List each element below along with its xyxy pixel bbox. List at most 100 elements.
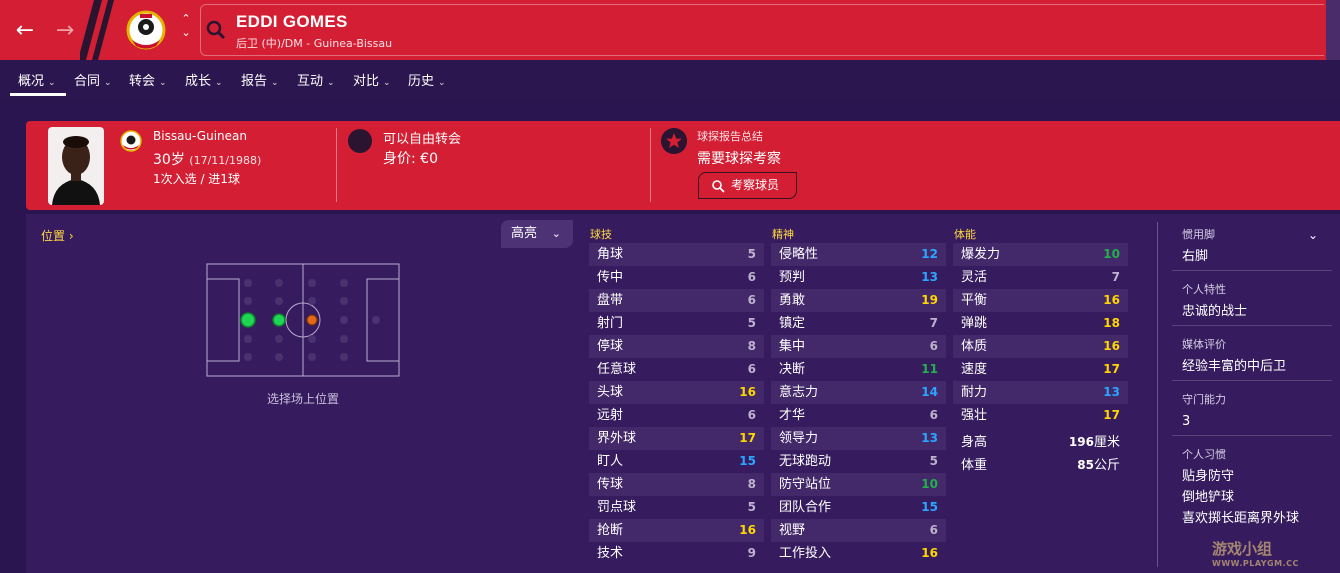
attribute-row[interactable]: 镇定 7 (771, 312, 946, 335)
attribute-row[interactable]: 视野 6 (771, 519, 946, 542)
tab-reports[interactable]: 报告 ⌄ (241, 70, 279, 96)
attribute-row[interactable]: 爆发力 10 (953, 243, 1128, 266)
personality-block: 个人特性 忠诚的战士 (1182, 281, 1332, 322)
goalkeeping-label: 守门能力 (1182, 393, 1226, 406)
transfer-status-icon (348, 129, 372, 153)
attribute-row[interactable]: 远射 6 (589, 404, 764, 427)
tab-compare[interactable]: 对比 ⌄ (353, 70, 391, 96)
attribute-row[interactable]: 盯人 15 (589, 450, 764, 473)
attribute-name: 集中 (779, 339, 806, 354)
attribute-row[interactable]: 强壮 17 (953, 404, 1128, 427)
weight-unit: 公斤 (1093, 458, 1120, 473)
chevron-down-icon: ⌄ (551, 227, 561, 240)
attribute-row[interactable]: 速度 17 (953, 358, 1128, 381)
attribute-name: 预判 (779, 270, 806, 285)
attribute-name: 停球 (597, 339, 624, 354)
attribute-row[interactable]: 耐力 13 (953, 381, 1128, 404)
attribute-row[interactable]: 技术 9 (589, 542, 764, 565)
attribute-row[interactable]: 抢断 16 (589, 519, 764, 542)
tab-history[interactable]: 历史 ⌄ (408, 70, 446, 96)
attribute-row[interactable]: 罚点球 5 (589, 496, 764, 519)
attribute-value: 7 (929, 316, 938, 330)
player-traits-label: 个人习惯 (1182, 448, 1226, 461)
attribute-name: 无球跑动 (779, 454, 832, 469)
attribute-value: 15 (739, 454, 756, 468)
dob-value: (17/11/1988) (189, 154, 262, 167)
attribute-row[interactable]: 体质 16 (953, 335, 1128, 358)
attribute-row[interactable]: 侵略性 12 (771, 243, 946, 266)
attribute-name: 盘带 (597, 293, 624, 308)
attribute-value: 5 (747, 316, 756, 330)
attribute-value: 18 (1103, 316, 1120, 330)
attribute-value: 7 (1111, 270, 1120, 284)
mental-heading: 精神 (772, 228, 794, 241)
transfer-value: 身价: €0 (383, 151, 438, 167)
attribute-row[interactable]: 灵活 7 (953, 266, 1128, 289)
position-pitch[interactable] (206, 263, 400, 377)
attribute-row[interactable]: 领导力 13 (771, 427, 946, 450)
tab-bar: 概况 ⌄ 合同 ⌄ 转会 ⌄ 成长 ⌄ 报告 ⌄ 互动 ⌄ 对比 ⌄ 历史 ⌄ (0, 60, 1340, 98)
position-dot-accomplished (272, 313, 286, 327)
attribute-value: 17 (1103, 408, 1120, 422)
club-crest-icon[interactable] (126, 10, 166, 50)
position-link[interactable]: 位置 › (41, 227, 74, 244)
attribute-value: 17 (739, 431, 756, 445)
attribute-row[interactable]: 停球 8 (589, 335, 764, 358)
attribute-row[interactable]: 界外球 17 (589, 427, 764, 450)
tab-development[interactable]: 成长 ⌄ (185, 70, 223, 96)
attribute-value: 5 (747, 247, 756, 261)
search-icon[interactable] (206, 20, 226, 40)
attribute-row[interactable]: 头球 16 (589, 381, 764, 404)
attribute-row[interactable]: 弹跳 18 (953, 312, 1128, 335)
attribute-row[interactable]: 意志力 14 (771, 381, 946, 404)
attribute-row[interactable]: 盘带 6 (589, 289, 764, 312)
attribute-row[interactable]: 预判 13 (771, 266, 946, 289)
attribute-row[interactable]: 平衡 16 (953, 289, 1128, 312)
attribute-row[interactable]: 传中 6 (589, 266, 764, 289)
media-label: 媒体评价 (1182, 338, 1226, 351)
attribute-value: 13 (1103, 385, 1120, 399)
tab-overview[interactable]: 概况 ⌄ (10, 70, 66, 96)
attribute-row[interactable]: 团队合作 15 (771, 496, 946, 519)
attribute-name: 团队合作 (779, 500, 832, 515)
player-switch-arrows[interactable]: ⌃ ⌄ (178, 12, 194, 48)
attribute-value: 16 (1103, 339, 1120, 353)
attribute-row[interactable]: 集中 6 (771, 335, 946, 358)
attribute-name: 工作投入 (779, 546, 832, 561)
highlight-label: 高亮 (511, 226, 538, 241)
attribute-row[interactable]: 防守站位 10 (771, 473, 946, 496)
media-block: 媒体评价 经验丰富的中后卫 (1182, 336, 1332, 377)
attribute-value: 11 (921, 362, 938, 376)
player-traits-block: 个人习惯 贴身防守 倒地铲球 喜欢掷长距离界外球 (1182, 446, 1332, 529)
highlight-dropdown[interactable]: 高亮 ⌄ (501, 220, 573, 248)
attribute-value: 16 (1103, 293, 1120, 307)
attribute-row[interactable]: 勇敢 19 (771, 289, 946, 312)
attribute-row[interactable]: 角球 5 (589, 243, 764, 266)
tab-interaction[interactable]: 互动 ⌄ (297, 70, 335, 96)
goalkeeping-block: 守门能力 3 (1182, 391, 1332, 432)
mental-attributes: 侵略性 12 预判 13 勇敢 19 镇定 7 集中 6 决断 11 意志力 14 才华 6 领… (771, 243, 946, 565)
attribute-row[interactable]: 决断 11 (771, 358, 946, 381)
tab-label: 合同 (74, 74, 101, 89)
back-arrow-icon[interactable]: ← (10, 16, 40, 46)
attribute-row[interactable]: 才华 6 (771, 404, 946, 427)
attribute-name: 镇定 (779, 316, 806, 331)
player-trait-item: 喜欢掷长距离界外球 (1182, 511, 1300, 526)
attribute-value: 6 (747, 270, 756, 284)
tab-transfer[interactable]: 转会 ⌄ (129, 70, 167, 96)
nationality-label: Bissau-Guinean (153, 129, 247, 143)
pitch-caption: 选择场上位置 (266, 392, 339, 406)
attribute-row[interactable]: 射门 5 (589, 312, 764, 335)
forward-arrow-icon[interactable]: → (50, 16, 80, 46)
attribute-name: 角球 (597, 247, 624, 262)
attribute-value: 9 (747, 546, 756, 560)
attribute-row[interactable]: 传球 8 (589, 473, 764, 496)
header-edge (1326, 0, 1340, 60)
tab-contract[interactable]: 合同 ⌄ (74, 70, 112, 96)
attribute-row[interactable]: 无球跑动 5 (771, 450, 946, 473)
side-divider (1157, 222, 1158, 567)
scout-player-button[interactable]: 考察球员 (698, 172, 797, 199)
attribute-value: 10 (1103, 247, 1120, 261)
attribute-row[interactable]: 工作投入 16 (771, 542, 946, 565)
attribute-row[interactable]: 任意球 6 (589, 358, 764, 381)
